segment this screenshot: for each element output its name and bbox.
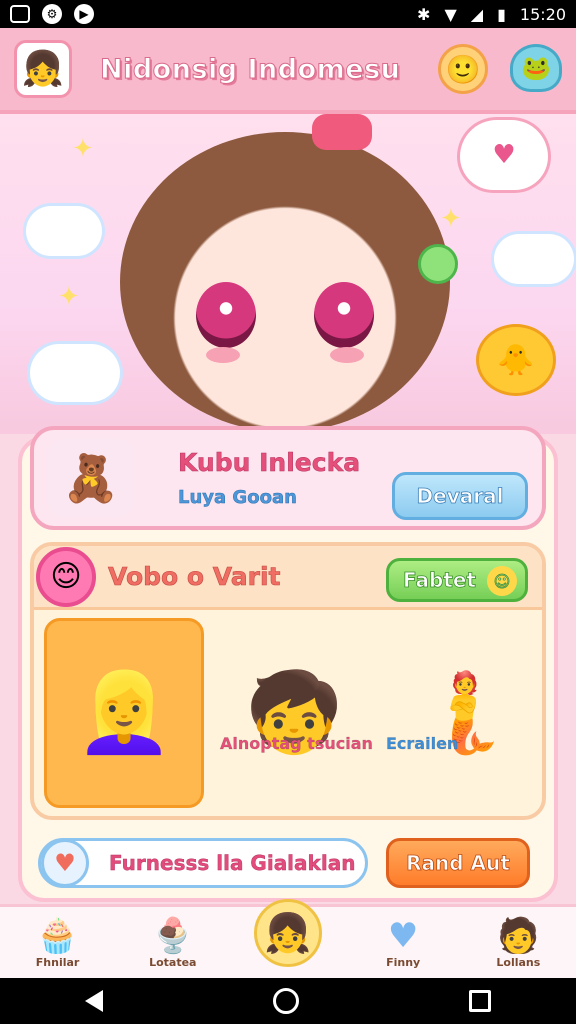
cloud-icon (26, 206, 102, 256)
mascot-eye (314, 282, 374, 348)
section-button-label: Fabtet (403, 568, 477, 593)
heart-icon: ♥ (41, 839, 89, 887)
character-label: Alnoptag tsucian (220, 734, 373, 753)
mascot-eye (196, 282, 256, 348)
section-button[interactable]: Fabtet ☺ (386, 558, 528, 602)
favorite-pill[interactable]: ♥ Furnesss lla Gialaklan (38, 838, 368, 888)
speech-bubble-icon: ♥ (460, 120, 548, 190)
mascot-blush (330, 347, 364, 363)
section-title: Vobo o Varit (108, 562, 281, 592)
action-button[interactable]: Rand Aut (386, 838, 530, 888)
mascot-blush (206, 347, 240, 363)
play-icon: ▶ (74, 4, 94, 24)
notification-icon (10, 5, 30, 23)
tab-bar: 🧁 Fhnilar 🍨 Lotatea 👧 ♥ Finny 🧑 Lollans (0, 898, 576, 978)
cloud-icon (494, 234, 574, 284)
tab-heart[interactable]: ♥ Finny (363, 908, 443, 978)
chick-icon: 🐥 (476, 324, 556, 396)
character-icon: 👧 (253, 898, 322, 967)
tab-label: Finny (386, 956, 421, 969)
tab-profile[interactable]: 🧑 Lollans (478, 908, 558, 978)
section-header: 😊 Vobo o Varit Fabtet ☺ (34, 546, 542, 610)
character-card-selected[interactable]: 👱‍♀️ (44, 618, 204, 808)
tab-cake[interactable]: 🧁 Fhnilar (18, 908, 98, 978)
status-bar: ⚙ ▶ ✱ ▼ ◢ ▮ 15:20 (0, 0, 576, 28)
system-nav-bar (0, 978, 576, 1024)
pill-text: Furnesss lla Gialaklan (109, 851, 356, 875)
status-time: 15:20 (519, 4, 566, 24)
featured-title: Kubu Inlecka (178, 448, 361, 478)
friend-avatar-icon[interactable]: 🙂 (438, 44, 488, 94)
bow-icon (312, 114, 372, 150)
hero-illustration: ♥ ✦ ✦ ✦ 🐥 (0, 114, 576, 434)
tab-label: Lollans (496, 956, 541, 969)
cake-icon: 🧁 (36, 916, 79, 956)
featured-subtitle: Luya Gooan (178, 487, 297, 509)
sparkle-icon: ✦ (58, 282, 80, 312)
app-title: Nidonsig Indomesu (99, 53, 401, 85)
recents-icon[interactable] (469, 990, 491, 1012)
smiley-icon: ☺ (487, 566, 517, 596)
featured-card[interactable]: 🧸 Kubu Inlecka Luya Gooan Devaral (30, 426, 546, 530)
profile-icon: 🧑 (497, 916, 540, 956)
featured-button[interactable]: Devaral (392, 472, 528, 520)
home-icon[interactable] (273, 988, 299, 1014)
dessert-icon: 🍨 (151, 916, 194, 956)
tab-label: Fhnilar (35, 956, 80, 969)
wifi-icon: ▼ (444, 4, 457, 24)
signal-icon: ◢ (470, 4, 484, 24)
featured-character-icon: 🧸 (48, 439, 134, 517)
app-bar: 👧 Nidonsig Indomesu 🙂 🐸 (0, 28, 576, 114)
heart-icon: ♥ (387, 916, 419, 956)
sparkle-icon: ✦ (440, 204, 462, 234)
character-card[interactable]: 🧒 (214, 618, 374, 808)
character-label: Ecrailen (386, 734, 459, 753)
tab-label: Lotatea (149, 956, 197, 969)
battery-icon: ▮ (497, 4, 506, 24)
pet-icon[interactable]: 🐸 (510, 44, 562, 92)
character-card[interactable]: 🧜 (384, 618, 544, 808)
tab-character[interactable]: 👧 (248, 898, 328, 978)
tab-dessert[interactable]: 🍨 Lotatea (133, 908, 213, 978)
wand-icon (418, 244, 458, 284)
mascot-character (120, 132, 450, 432)
character-section: 😊 Vobo o Varit Fabtet ☺ 👱‍♀️ 🧒 🧜 Alnopta… (30, 542, 546, 820)
flower-smiley-icon: 😊 (36, 546, 96, 607)
sync-icon: ⚙ (42, 4, 62, 24)
profile-avatar[interactable]: 👧 (14, 40, 72, 98)
bluetooth-icon: ✱ (417, 4, 431, 24)
sparkle-icon: ✦ (72, 134, 94, 164)
cloud-icon (30, 344, 120, 402)
back-icon[interactable] (85, 990, 103, 1012)
